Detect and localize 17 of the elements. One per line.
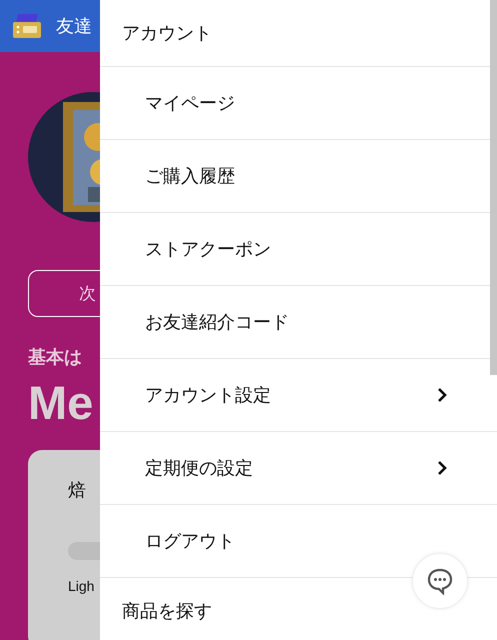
menu-item[interactable]: 定期便の設定 [145,456,253,480]
slider-label: Ligh [68,578,96,594]
heading: Me [28,375,94,430]
menu-item[interactable]: ログアウト [145,529,235,553]
menu-item[interactable]: お友達紹介コード [145,310,289,334]
menu-item[interactable]: ご購入履歴 [145,164,235,188]
menu-item[interactable]: マイページ [145,91,235,115]
card-title: 焙 [68,479,87,502]
chevron-right-icon [437,387,447,403]
chevron-right-icon [437,460,447,476]
chat-icon [426,567,454,595]
subtitle: 基本は [28,346,83,369]
header-title: 友達 [56,15,92,38]
menu-item[interactable]: ストアクーポン [145,237,271,261]
coupon-icon [12,12,42,40]
scrollbar-thumb[interactable] [490,0,497,375]
menu-item[interactable]: アカウント設定 [145,383,271,407]
